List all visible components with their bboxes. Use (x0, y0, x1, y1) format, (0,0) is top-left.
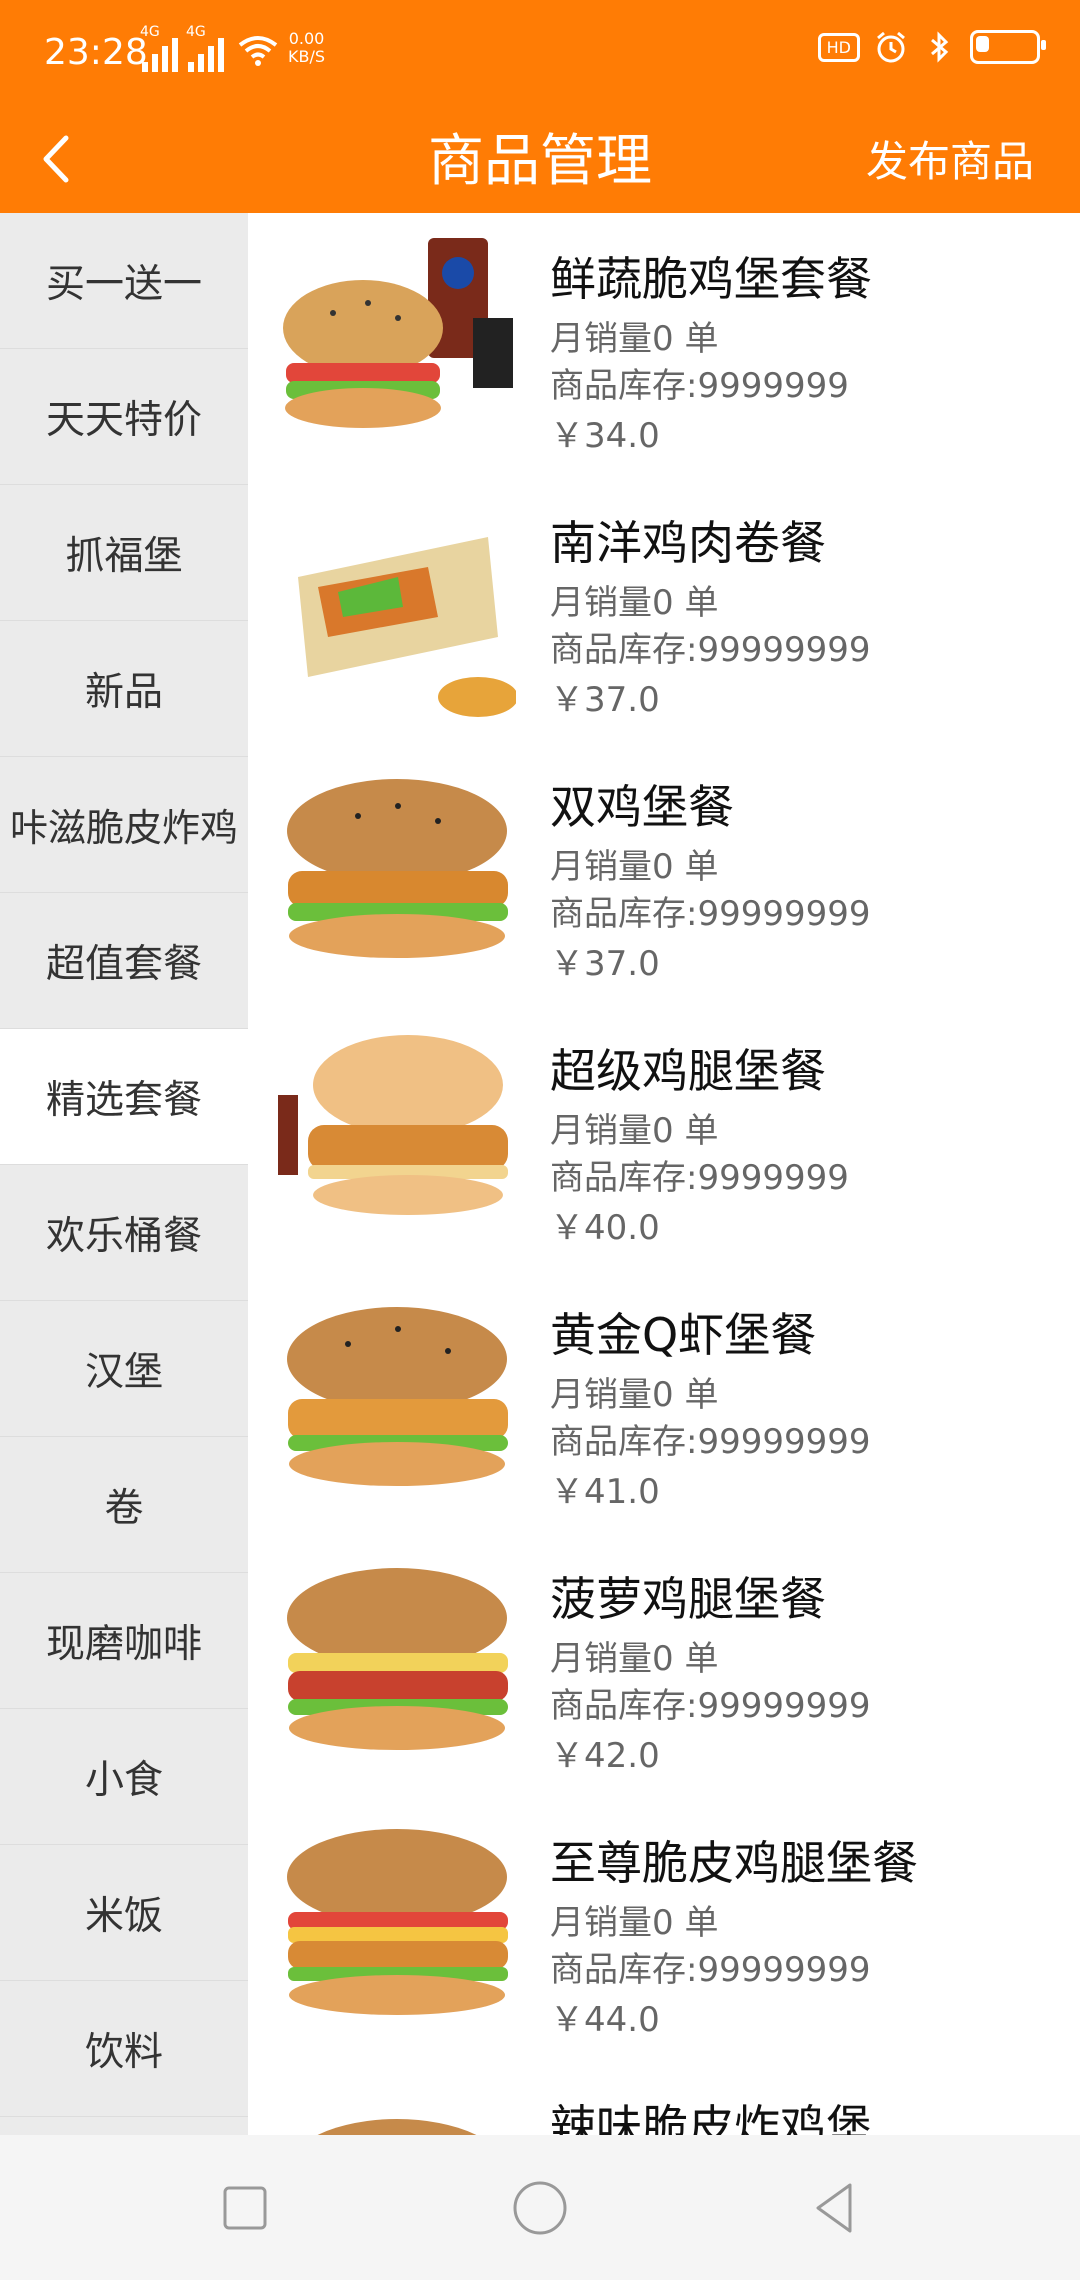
product-stock: 商品库存:99999999 (550, 1686, 871, 1726)
product-price: ￥34.0 (550, 416, 660, 456)
product-sales: 月销量0 单 (550, 1111, 719, 1151)
product-list: 鲜蔬脆鸡堡套餐 月销量0 单 商品库存:9999999 ￥34.0 南洋鸡肉卷餐… (248, 213, 1080, 2135)
product-image (278, 497, 516, 719)
product-stock: 商品库存:99999999 (550, 630, 871, 670)
sidebar-item-daily-special[interactable]: 天天特价 (0, 349, 248, 485)
system-nav-bar (0, 2135, 1080, 2280)
sidebar-item-burger[interactable]: 汉堡 (0, 1301, 248, 1437)
net-speed: 0.00 KB/S (288, 30, 325, 66)
sidebar-item-drinks[interactable]: 饮料 (0, 1981, 248, 2117)
recent-apps-square-icon[interactable] (210, 2173, 280, 2243)
product-sales: 月销量0 单 (550, 1903, 719, 1943)
product-name: 鲜蔬脆鸡堡套餐 (550, 252, 872, 306)
product-name: 南洋鸡肉卷餐 (550, 516, 826, 570)
product-image (278, 1553, 516, 1775)
product-price: ￥44.0 (550, 2000, 660, 2040)
top-bar: 23:28 4G 4G 0.00 KB/S HD 商品管理 发布商品 (0, 0, 1080, 213)
network-type-2: 4G (186, 24, 206, 40)
product-price: ￥40.0 (550, 1208, 660, 1248)
product-image (278, 233, 516, 455)
product-sales: 月销量0 单 (550, 319, 719, 359)
product-sales: 月销量0 单 (550, 1375, 719, 1415)
hd-badge: HD (817, 32, 860, 62)
product-item[interactable]: 鲜蔬脆鸡堡套餐 月销量0 单 商品库存:9999999 ￥34.0 (248, 213, 1080, 477)
product-image (278, 761, 516, 983)
sidebar-item-new[interactable]: 新品 (0, 621, 248, 757)
status-bar: 23:28 4G 4G 0.00 KB/S HD (0, 0, 1080, 110)
product-name: 至尊脆皮鸡腿堡餐 (550, 1836, 918, 1890)
product-price: ￥37.0 (550, 680, 660, 720)
status-right: HD (817, 30, 1046, 64)
product-stock: 商品库存:9999999 (550, 366, 849, 406)
sidebar-item-value-meal[interactable]: 超值套餐 (0, 893, 248, 1029)
bluetooth-icon (931, 31, 949, 63)
product-image (278, 1025, 516, 1247)
product-name: 菠萝鸡腿堡餐 (550, 1572, 826, 1626)
sidebar-item-featured-meal[interactable]: 精选套餐 (0, 1029, 248, 1165)
product-item[interactable]: 至尊脆皮鸡腿堡餐 月销量0 单 商品库存:99999999 ￥44.0 (248, 1797, 1080, 2061)
product-stock: 商品库存:99999999 (550, 1950, 871, 1990)
product-price: ￥37.0 (550, 944, 660, 984)
sidebar-item-snack[interactable]: 小食 (0, 1709, 248, 1845)
title-bar: 商品管理 发布商品 (0, 110, 1080, 213)
category-sidebar: 买一送一 天天特价 抓福堡 新品 咔滋脆皮炸鸡 超值套餐 精选套餐 欢乐桶餐 汉… (0, 213, 248, 2135)
product-item[interactable]: 超级鸡腿堡餐 月销量0 单 商品库存:9999999 ￥40.0 (248, 1005, 1080, 1269)
product-item[interactable]: 南洋鸡肉卷餐 月销量0 单 商品库存:99999999 ￥37.0 (248, 477, 1080, 741)
product-image (278, 1817, 516, 2039)
status-time: 23:28 (44, 32, 148, 73)
product-name: 黄金Q虾堡餐 (550, 1308, 817, 1362)
product-name: 双鸡堡餐 (550, 780, 734, 834)
product-name: 辣味脆皮炸鸡堡 (550, 2100, 872, 2135)
home-circle-icon[interactable] (505, 2173, 575, 2243)
product-item[interactable]: 辣味脆皮炸鸡堡 (248, 2061, 1080, 2135)
sidebar-item-buy-one-get-one[interactable]: 买一送一 (0, 213, 248, 349)
product-image (278, 1289, 516, 1511)
product-item[interactable]: 菠萝鸡腿堡餐 月销量0 单 商品库存:99999999 ￥42.0 (248, 1533, 1080, 1797)
product-stock: 商品库存:99999999 (550, 894, 871, 934)
product-image (278, 2081, 516, 2135)
product-stock: 商品库存:9999999 (550, 1158, 849, 1198)
sidebar-item-fortune-burger[interactable]: 抓福堡 (0, 485, 248, 621)
product-sales: 月销量0 单 (550, 583, 719, 623)
signal-indicators: 4G 4G (140, 24, 224, 72)
sidebar-item-coffee[interactable]: 现磨咖啡 (0, 1573, 248, 1709)
alarm-icon (877, 31, 905, 63)
wifi-icon (238, 36, 278, 66)
publish-product-button[interactable]: 发布商品 (866, 110, 1034, 213)
net-speed-value: 0.00 (288, 29, 325, 48)
product-sales: 月销量0 单 (550, 1639, 719, 1679)
product-price: ￥42.0 (550, 1736, 660, 1776)
sidebar-item-rice[interactable]: 米饭 (0, 1845, 248, 1981)
net-speed-unit: KB/S (288, 47, 326, 66)
signal-2-icon: 4G (186, 24, 224, 72)
sidebar-item-bucket-meal[interactable]: 欢乐桶餐 (0, 1165, 248, 1301)
product-item[interactable]: 双鸡堡餐 月销量0 单 商品库存:99999999 ￥37.0 (248, 741, 1080, 1005)
product-item[interactable]: 黄金Q虾堡餐 月销量0 单 商品库存:99999999 ￥41.0 (248, 1269, 1080, 1533)
product-price: ￥41.0 (550, 1472, 660, 1512)
sidebar-item-crispy-chicken[interactable]: 咔滋脆皮炸鸡 (0, 757, 248, 893)
product-sales: 月销量0 单 (550, 847, 719, 887)
back-chevron-left-icon[interactable] (30, 124, 84, 194)
signal-1-icon: 4G (140, 24, 178, 72)
sidebar-item-wrap[interactable]: 卷 (0, 1437, 248, 1573)
product-name: 超级鸡腿堡餐 (550, 1044, 826, 1098)
battery-icon (970, 30, 1046, 64)
back-triangle-icon[interactable] (800, 2173, 870, 2243)
product-stock: 商品库存:99999999 (550, 1422, 871, 1462)
battery-level (976, 36, 989, 52)
network-type-1: 4G (140, 24, 160, 40)
